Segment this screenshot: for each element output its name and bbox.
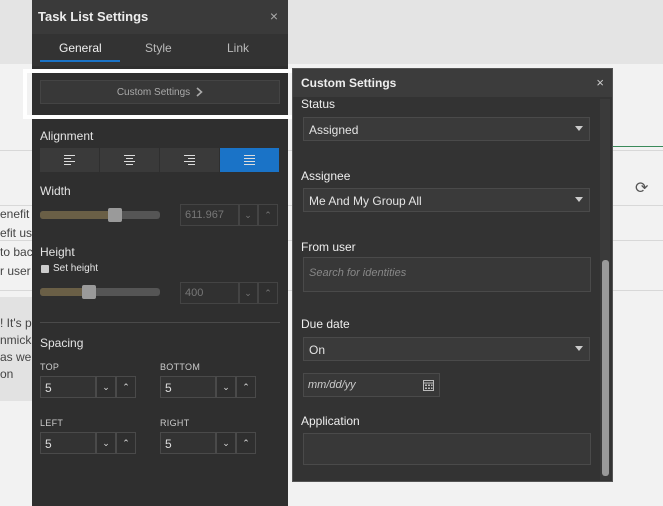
spacing-bottom-input[interactable]: 5 <box>160 376 216 398</box>
spacing-right-decrement[interactable]: ⌄ <box>216 432 236 454</box>
date-placeholder: mm/dd/yy <box>308 379 356 391</box>
status-value: Assigned <box>309 123 359 137</box>
spacing-right-input[interactable]: 5 <box>160 432 216 454</box>
height-slider[interactable] <box>40 285 160 299</box>
set-height-checkbox[interactable] <box>41 265 49 273</box>
spacing-top-input[interactable]: 5 <box>40 376 96 398</box>
alignment-group <box>40 148 280 172</box>
tab-style[interactable]: Style <box>145 41 172 55</box>
calendar-icon[interactable] <box>423 379 434 391</box>
caret-down-icon <box>575 197 583 202</box>
application-label: Application <box>301 414 360 428</box>
caret-down-icon <box>575 346 583 351</box>
width-increment-button[interactable]: ⌃ <box>258 204 278 226</box>
panel-title: Task List Settings <box>38 9 149 24</box>
align-left-button[interactable] <box>40 148 100 172</box>
assignee-label: Assignee <box>301 169 351 183</box>
width-input[interactable]: 611.967 <box>180 204 240 226</box>
height-input[interactable]: 400 <box>180 282 240 304</box>
spacing-right-label: RIGHT <box>160 418 190 428</box>
spacing-label: Spacing <box>40 336 84 350</box>
spacing-top-increment[interactable]: ⌃ <box>116 376 136 398</box>
highlight-box <box>23 69 299 119</box>
spacing-right-increment[interactable]: ⌃ <box>236 432 256 454</box>
height-label: Height <box>40 245 75 259</box>
alignment-label: Alignment <box>40 129 94 143</box>
width-slider-fill <box>40 211 115 219</box>
spacing-bottom-label: BOTTOM <box>160 362 201 372</box>
spacing-bottom-decrement[interactable]: ⌄ <box>216 376 236 398</box>
align-left-icon <box>64 153 75 167</box>
active-tab-indicator <box>40 60 120 62</box>
dialog-title: Custom Settings <box>301 76 397 90</box>
custom-settings-dialog: Custom Settings × Status Assigned Assign… <box>292 68 613 482</box>
align-justify-button[interactable] <box>220 148 280 172</box>
width-slider-handle[interactable] <box>108 208 122 222</box>
background-text: ! It's p <box>0 316 32 330</box>
dialog-scrollbar-thumb[interactable] <box>602 260 609 476</box>
background-text: efit us <box>0 226 33 240</box>
spacing-left-input[interactable]: 5 <box>40 432 96 454</box>
dialog-header: Custom Settings × <box>293 69 612 97</box>
section-divider <box>40 322 280 323</box>
close-icon[interactable]: × <box>596 75 604 90</box>
close-icon[interactable]: × <box>270 8 278 24</box>
align-right-button[interactable] <box>160 148 220 172</box>
background-text: as wel <box>0 350 35 364</box>
spacing-left-label: LEFT <box>40 418 64 428</box>
from-user-input[interactable]: Search for identities <box>303 257 591 292</box>
panel-header: Task List Settings × <box>32 0 288 34</box>
background-text: on <box>0 367 14 381</box>
application-input[interactable] <box>303 433 591 465</box>
due-date-value: On <box>309 343 326 357</box>
date-input[interactable]: mm/dd/yy <box>303 373 440 397</box>
spacing-left-increment[interactable]: ⌃ <box>116 432 136 454</box>
height-decrement-button[interactable]: ⌄ <box>238 282 258 304</box>
height-increment-button[interactable]: ⌃ <box>258 282 278 304</box>
from-user-label: From user <box>301 240 356 254</box>
assignee-select[interactable]: Me And My Group All <box>303 188 590 212</box>
spacing-top-decrement[interactable]: ⌄ <box>96 376 116 398</box>
spacing-top-label: TOP <box>40 362 60 372</box>
due-date-label: Due date <box>301 317 350 331</box>
background-text: enefit <box>0 207 30 221</box>
align-right-icon <box>184 153 195 167</box>
assignee-value: Me And My Group All <box>309 194 422 208</box>
status-select[interactable]: Assigned <box>303 117 590 141</box>
height-slider-handle[interactable] <box>82 285 96 299</box>
align-center-icon <box>124 153 135 167</box>
background-text: nmick <box>0 333 32 347</box>
align-justify-icon <box>244 153 255 167</box>
background-text: r user <box>0 264 31 278</box>
status-label: Status <box>301 97 336 111</box>
background-text: to bac <box>0 245 33 259</box>
tab-link[interactable]: Link <box>227 41 249 55</box>
due-date-select[interactable]: On <box>303 337 590 361</box>
spacing-left-decrement[interactable]: ⌄ <box>96 432 116 454</box>
align-center-button[interactable] <box>100 148 160 172</box>
spacing-bottom-increment[interactable]: ⌃ <box>236 376 256 398</box>
caret-down-icon <box>575 126 583 131</box>
width-label: Width <box>40 184 71 198</box>
set-height-label: Set height <box>53 263 99 274</box>
tab-general[interactable]: General <box>59 41 102 55</box>
width-decrement-button[interactable]: ⌄ <box>238 204 258 226</box>
width-slider[interactable] <box>40 208 160 222</box>
refresh-icon[interactable]: ⟳ <box>635 178 648 198</box>
